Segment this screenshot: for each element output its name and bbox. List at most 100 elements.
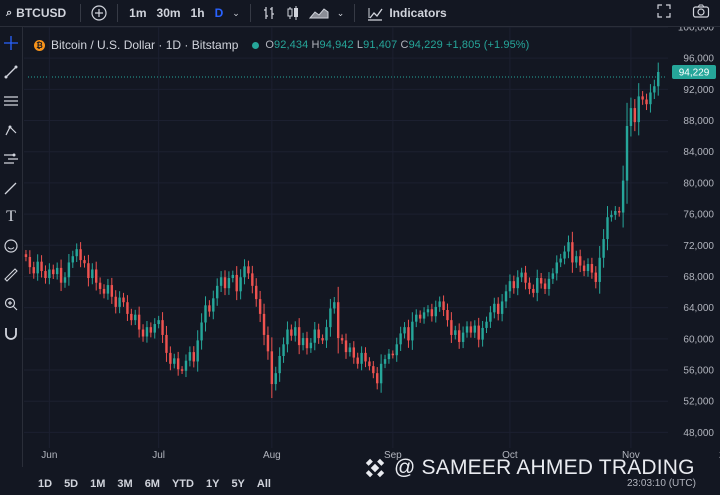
candle-body (493, 303, 496, 313)
candle-body (247, 266, 250, 274)
range-1y[interactable]: 1Y (200, 478, 225, 490)
pattern-icon[interactable] (1, 146, 21, 172)
fib-icon[interactable] (1, 88, 21, 114)
candle-body (536, 278, 539, 293)
camera-icon[interactable] (688, 3, 714, 19)
candle-body (184, 360, 188, 371)
utc-clock[interactable]: 23:03:10 (UTC) (627, 478, 696, 489)
magnet-icon[interactable] (1, 320, 21, 346)
candle-body (618, 210, 621, 213)
range-all[interactable]: All (251, 478, 277, 490)
price-axis: 48,000 52,000 56,000 60,000 64,000 68,000 72,0… (678, 23, 715, 439)
candle-body (415, 314, 418, 322)
candle-body (602, 239, 605, 258)
candle-body (629, 108, 633, 127)
candle-body (55, 267, 59, 275)
candle-body (83, 260, 86, 264)
symbol-search[interactable]: ⌕ BTCUSD (0, 6, 74, 20)
candle-body (336, 302, 340, 339)
candle-body (333, 302, 336, 309)
node-icon[interactable] (1, 117, 21, 143)
candle-body (348, 347, 352, 353)
text-icon[interactable]: T (1, 204, 21, 230)
candle-body (442, 301, 445, 311)
candle-body (137, 314, 141, 330)
y-tick-label: 52,000 (683, 397, 714, 408)
emoji-icon[interactable] (1, 233, 21, 259)
candle-body (641, 96, 644, 100)
candle-body (91, 269, 94, 279)
crosshair-icon[interactable] (1, 30, 21, 56)
candle-body (528, 282, 531, 289)
candle-body (165, 334, 168, 353)
chevron-down-icon[interactable]: ⌄ (228, 8, 244, 19)
compare-add-icon[interactable] (87, 5, 111, 21)
candle-body (180, 369, 184, 371)
range-ytd[interactable]: YTD (166, 478, 200, 490)
zoom-in-icon[interactable] (1, 291, 21, 317)
candle-body (114, 296, 117, 307)
symbol-label: BTCUSD (16, 6, 67, 20)
candle-body (192, 352, 195, 362)
legend-high: 94,942 (319, 39, 354, 51)
watermark-text: @ SAMEER AHMED TRADING (394, 456, 695, 479)
timeframe-30m[interactable]: 30m (152, 6, 186, 20)
range-5y[interactable]: 5Y (225, 478, 250, 490)
brush-icon[interactable] (1, 175, 21, 201)
candle-body (372, 366, 375, 374)
legend-change: +1,805 (+1.95%) (445, 39, 530, 51)
range-6m[interactable]: 6M (139, 478, 166, 490)
timeframe-1m[interactable]: 1m (124, 6, 151, 20)
candle-body (48, 269, 51, 279)
range-1m[interactable]: 1M (84, 478, 111, 490)
candle-body (571, 242, 574, 263)
candle-body (567, 242, 570, 252)
timeframe-d[interactable]: D (210, 6, 229, 20)
fullscreen-icon[interactable] (652, 3, 676, 19)
candle-body (313, 329, 316, 343)
candle-body (407, 327, 410, 341)
candle-body (508, 281, 512, 292)
candle-body (532, 288, 535, 293)
candles-type-icon[interactable] (281, 5, 305, 21)
legend-low: 91,407 (363, 39, 398, 51)
candle-body (395, 344, 398, 356)
candle-body (208, 305, 211, 312)
timeframe-1h[interactable]: 1h (186, 6, 210, 20)
candle-body (555, 262, 558, 274)
candle-body (387, 353, 391, 360)
bar-replay-icon[interactable] (257, 5, 281, 21)
x-tick-label: Jul (152, 450, 165, 461)
candle-body (231, 274, 235, 279)
candle-body (122, 297, 125, 303)
candle-body (24, 254, 28, 257)
candle-body (563, 251, 566, 259)
candle-body (227, 278, 231, 289)
candle-body (235, 274, 238, 292)
candle-body (301, 338, 305, 346)
indicators-button[interactable]: Indicators (361, 5, 452, 21)
candle-body (71, 256, 74, 263)
range-3m[interactable]: 3M (111, 478, 138, 490)
price-chart[interactable]: 48,000 52,000 56,000 60,000 64,000 68,000 72,0… (0, 0, 720, 470)
candle-body (286, 329, 289, 345)
candle-body (465, 326, 469, 333)
range-5d[interactable]: 5D (58, 478, 84, 490)
candle-body (469, 326, 473, 333)
candle-body (262, 313, 266, 335)
range-1d[interactable]: 1D (32, 478, 58, 490)
indicators-icon (368, 8, 383, 21)
legend-ohlc: O92,434 H94,942 L91,407 C94,229 +1,805 (… (265, 39, 530, 51)
candle-body (98, 282, 102, 289)
candle-body (94, 269, 98, 283)
candle-body (188, 352, 192, 361)
trend-line-icon[interactable] (1, 59, 21, 85)
candle-body (516, 277, 519, 289)
chevron-down-icon[interactable]: ⌄ (333, 8, 349, 19)
candle-body (383, 359, 387, 364)
ruler-icon[interactable] (1, 262, 21, 288)
candle-body (173, 358, 176, 364)
candle-body (258, 299, 262, 314)
area-chart-icon[interactable] (305, 5, 333, 21)
candle-body (200, 322, 203, 341)
